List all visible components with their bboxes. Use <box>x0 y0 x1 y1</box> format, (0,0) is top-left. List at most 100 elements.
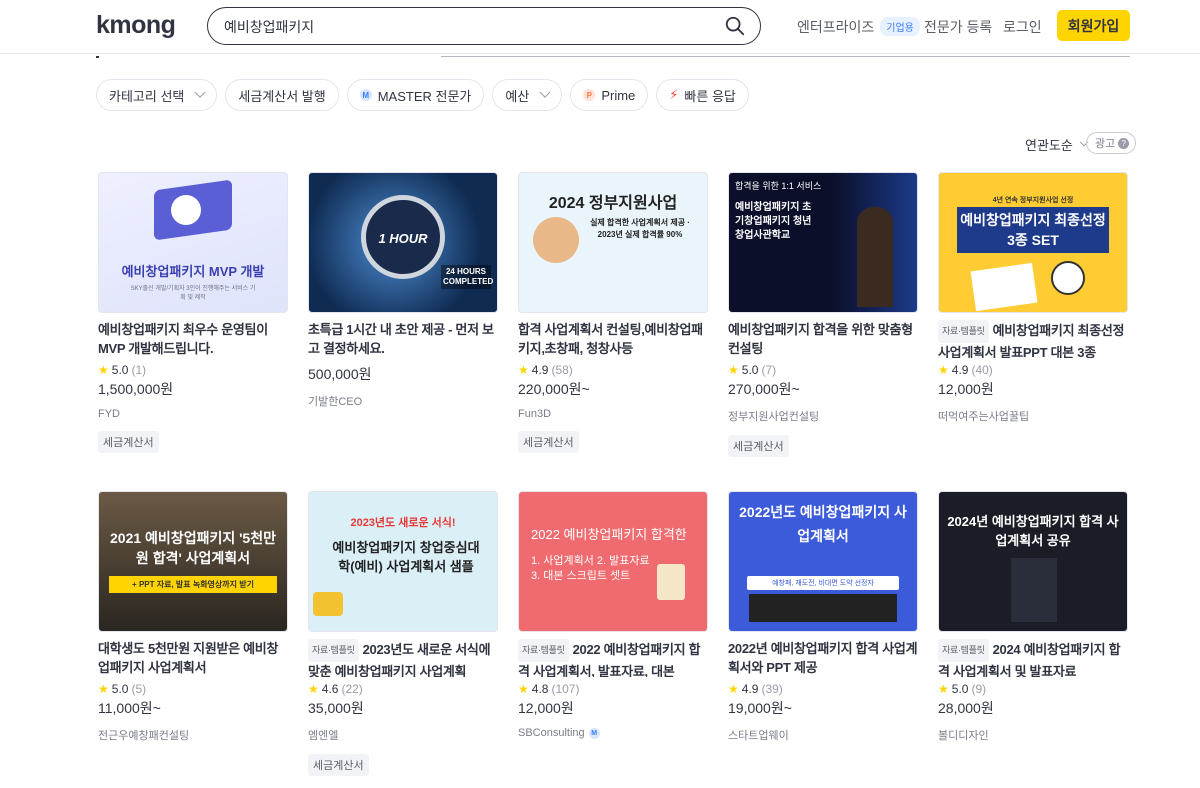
star-icon: ★ <box>938 363 949 377</box>
nav-enterprise[interactable]: 엔터프라이즈 기업용 <box>797 17 920 37</box>
seller-name[interactable]: 스타트업웨이 <box>728 727 918 743</box>
gig-price: 270,000원~ <box>728 381 800 397</box>
gig-card[interactable]: 4년 연속 정부지원사업 선정 예비창업패키지 최종선정 3종 SET 자료·템… <box>938 172 1128 424</box>
seller-name[interactable]: 기발한CEO <box>308 393 498 409</box>
gig-title[interactable]: 자료·템플릿 2022 예비창업패키지 합격 사업계획서, 발표자료, 대본 <box>518 639 708 677</box>
gig-card[interactable]: 합격을 위한 1:1 서비스 예비창업패키지 초기창업패키지 청년창업사관학교 … <box>728 172 918 457</box>
gig-thumbnail[interactable]: 4년 연속 정부지원사업 선정 예비창업패키지 최종선정 3종 SET <box>938 172 1128 313</box>
thumb-title: 2024년 예비창업패키지 합격 사업계획서 공유 <box>947 514 1119 548</box>
gig-title[interactable]: 자료·템플릿 2024 예비창업패키지 합격 사업계획서 및 발표자료 <box>938 639 1128 677</box>
thumb-subtitle: 실제 합격한 사업계획서 제공 · 2023년 실제 합격률 90% <box>590 218 690 239</box>
gig-title[interactable]: 초특급 1시간 내 초안 제공 - 먼저 보고 결정하세요. <box>308 320 498 358</box>
seller-name[interactable]: 전근우예창패컨설팅 <box>98 727 288 743</box>
seller-label: 스타트업웨이 <box>728 730 789 742</box>
gig-title[interactable]: 예비창업패키지 합격을 위한 맞춤형 컨설팅 <box>728 320 918 358</box>
rating-value: 4.6 <box>321 682 339 696</box>
gig-card[interactable]: 2021 예비창업패키지 '5천만원 합격' 사업계획서 + PPT 자료, 발… <box>98 491 288 743</box>
review-count: (5) <box>131 682 147 696</box>
gig-thumbnail[interactable]: 1 HOUR 24 HOURS COMPLETED <box>308 172 498 313</box>
gig-price: 1,500,000원 <box>98 381 174 397</box>
filter-master[interactable]: M MASTER 전문가 <box>346 79 485 111</box>
search-icon[interactable] <box>724 15 746 37</box>
gig-title[interactable]: 예비창업패키지 최우수 운영팀이 MVP 개발해드립니다. <box>98 320 288 358</box>
character-illustration <box>533 217 579 263</box>
gig-thumbnail[interactable]: 2022년도 예비창업패키지 사업계획서 예창패, 재도전, 비대면 도약 선정… <box>728 491 918 632</box>
star-icon: ★ <box>728 363 739 377</box>
divider <box>441 56 1130 57</box>
review-count: (1) <box>131 363 147 377</box>
gig-title[interactable]: 자료·템플릿 2023년도 새로운 서식에 맞춘 예비창업패키지 사업계획 <box>308 639 498 677</box>
chart-illustration <box>171 195 201 225</box>
gig-title[interactable]: 대학생도 5천만원 지원받은 예비창업패키지 사업계획서 <box>98 639 288 677</box>
gig-thumbnail[interactable]: 2021 예비창업패키지 '5천만원 합격' 사업계획서 + PPT 자료, 발… <box>98 491 288 632</box>
filter-category[interactable]: 카테고리 선택 <box>96 79 218 111</box>
thumb-subtitle: 2023년도 새로운 서식! <box>350 517 456 529</box>
gig-thumbnail[interactable]: 2024 정부지원사업 실제 합격한 사업계획서 제공 · 2023년 실제 합… <box>518 172 708 313</box>
review-count: (22) <box>341 682 363 696</box>
gig-thumbnail[interactable]: 합격을 위한 1:1 서비스 예비창업패키지 초기창업패키지 청년창업사관학교 <box>728 172 918 313</box>
filter-budget[interactable]: 예산 <box>492 79 563 111</box>
seller-label: 엠엔엘 <box>308 730 339 742</box>
gig-price: 19,000원~ <box>728 700 792 716</box>
review-count: (58) <box>551 363 573 377</box>
search-bar[interactable]: 예비창업패키지 <box>207 7 761 45</box>
seller-label: 떠먹여주는사업꿀팁 <box>938 411 1030 423</box>
gig-rating: ★ 4.6 (22) <box>308 682 498 696</box>
gig-card[interactable]: 2022 예비창업패키지 합격한 1. 사업계획서 2. 발표자료 3. 대본 … <box>518 491 708 739</box>
rating-value: 5.0 <box>951 682 969 696</box>
gig-title[interactable]: 자료·템플릿 예비창업패키지 최종선정 사업계획서 발표PPT 대본 3종 <box>938 320 1128 358</box>
star-icon: ★ <box>518 363 529 377</box>
seller-name[interactable]: FYD <box>98 408 288 420</box>
template-tag: 자료·템플릿 <box>938 639 989 662</box>
gig-thumbnail[interactable]: 예비창업패키지 MVP 개발 SKY출신 개발/기획자 3인이 진행해주는 서비… <box>98 172 288 313</box>
gig-price: 12,000원 <box>518 700 574 716</box>
nav-login[interactable]: 로그인 <box>1003 17 1042 37</box>
filter-category-label: 카테고리 선택 <box>109 88 185 104</box>
seller-label: 전근우예창패컨설팅 <box>98 730 190 742</box>
search-input[interactable]: 예비창업패키지 <box>224 17 314 37</box>
gig-price: 500,000원 <box>308 366 372 382</box>
gig-rating: ★ 4.8 (107) <box>518 682 708 696</box>
thumb-title: 예비창업패키지 창업중심대학(예비) 사업계획서 샘플 <box>332 540 480 574</box>
filter-tax-invoice[interactable]: 세금계산서 발행 <box>225 79 339 111</box>
prime-icon: P <box>583 89 596 101</box>
gig-rating: ★ 5.0 (9) <box>938 682 1128 696</box>
seller-name[interactable]: 엠엔엘 <box>308 727 498 743</box>
gig-card[interactable]: 1 HOUR 24 HOURS COMPLETED 초특급 1시간 내 초안 제… <box>308 172 498 409</box>
seller-name[interactable]: 볼디디자인 <box>938 727 1128 743</box>
star-icon: ★ <box>308 682 319 696</box>
gig-card[interactable]: 2024 정부지원사업 실제 합격한 사업계획서 제공 · 2023년 실제 합… <box>518 172 708 453</box>
gig-thumbnail[interactable]: 2024년 예비창업패키지 합격 사업계획서 공유 <box>938 491 1128 632</box>
rating-value: 4.8 <box>531 682 549 696</box>
tax-invoice-badge: 세금계산서 <box>308 754 369 776</box>
sort-label: 연관도순 <box>1025 138 1073 153</box>
signup-button[interactable]: 회원가입 <box>1057 10 1130 41</box>
filter-master-label: MASTER 전문가 <box>377 88 472 104</box>
thumb-title: 1 HOUR <box>378 231 428 246</box>
lightning-icon: ⚡ <box>669 87 679 102</box>
gig-price: 220,000원~ <box>518 381 590 397</box>
nav-expert-register[interactable]: 전문가 등록 <box>924 17 992 37</box>
master-icon: M <box>359 89 372 101</box>
filter-prime[interactable]: P Prime <box>570 79 649 111</box>
kmong-logo[interactable]: kmong <box>96 11 176 40</box>
filter-fast-response[interactable]: ⚡ 빠른 응답 <box>656 79 749 111</box>
gig-card[interactable]: 2023년도 새로운 서식! 예비창업패키지 창업중심대학(예비) 사업계획서 … <box>308 491 498 776</box>
ad-badge[interactable]: 광고? <box>1086 132 1137 154</box>
gig-title[interactable]: 합격 사업계획서 컨설팅,예비창업패키지,초창패, 청창사등 <box>518 320 708 358</box>
gig-thumbnail[interactable]: 2023년도 새로운 서식! 예비창업패키지 창업중심대학(예비) 사업계획서 … <box>308 491 498 632</box>
gig-title[interactable]: 2022년 예비창업패키지 합격 사업계획서와 PPT 제공 <box>728 639 918 677</box>
gig-card[interactable]: 예비창업패키지 MVP 개발 SKY출신 개발/기획자 3인이 진행해주는 서비… <box>98 172 288 453</box>
seller-name[interactable]: Fun3D <box>518 408 708 420</box>
seller-name[interactable]: SBConsulting M <box>518 727 708 739</box>
thumb-subtitle: SKY출신 개발/기획자 3인이 진행해주는 서비스 기획 및 제작 <box>130 286 256 301</box>
gig-thumbnail[interactable]: 2022 예비창업패키지 합격한 1. 사업계획서 2. 발표자료 3. 대본 … <box>518 491 708 632</box>
gig-card[interactable]: 2022년도 예비창업패키지 사업계획서 예창패, 재도전, 비대면 도약 선정… <box>728 491 918 743</box>
template-tag: 자료·템플릿 <box>518 639 569 662</box>
sort-dropdown[interactable]: 연관도순 <box>1025 135 1089 154</box>
review-count: (9) <box>971 682 987 696</box>
seller-name[interactable]: 떠먹여주는사업꿀팁 <box>938 408 1128 424</box>
seller-name[interactable]: 정부지원사업컨설팅 <box>728 408 918 424</box>
gig-card[interactable]: 2024년 예비창업패키지 합격 사업계획서 공유 자료·템플릿 2024 예비창… <box>938 491 1128 743</box>
thumb-title: 합격을 위한 1:1 서비스 <box>735 181 822 191</box>
